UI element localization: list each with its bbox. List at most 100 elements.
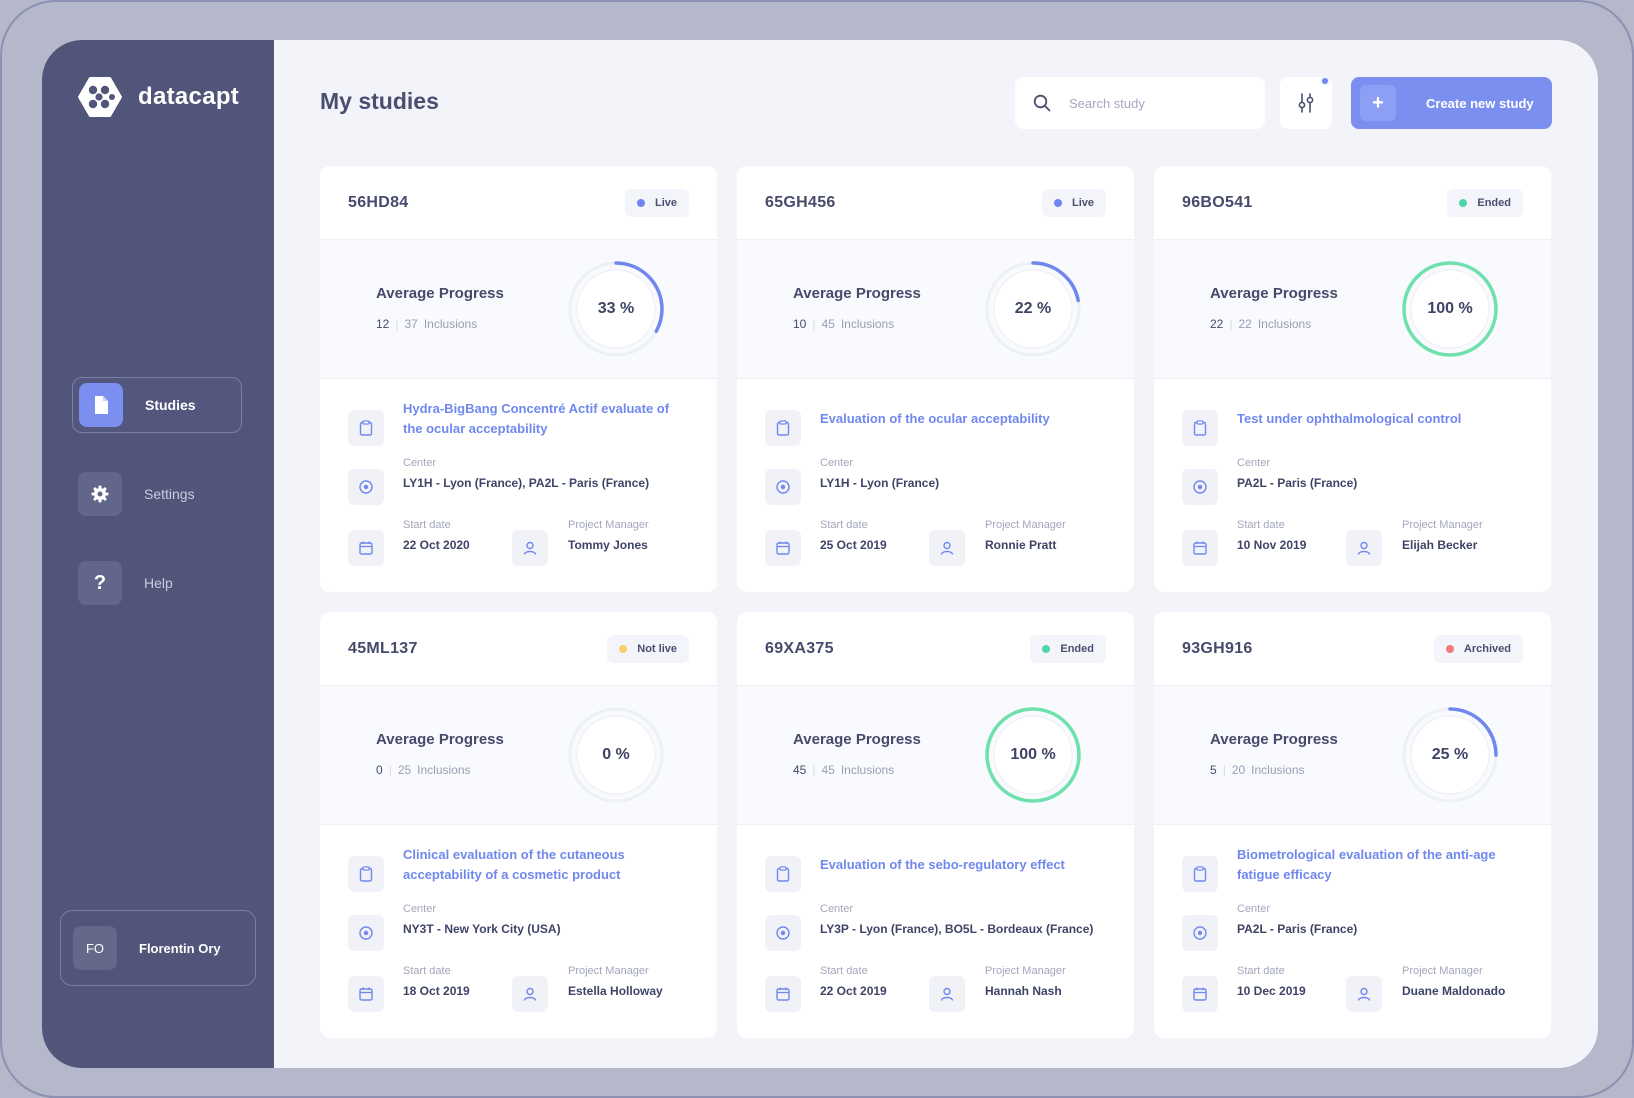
center-label: Center	[403, 903, 437, 915]
start-date-field: Start date 22 Oct 2019	[820, 965, 887, 998]
manager-value[interactable]: Ronnie Pratt	[985, 538, 1066, 552]
sidebar-item-help[interactable]: ? Help	[72, 555, 242, 611]
center-value: LY3P - Lyon (France), BO5L - Bordeaux (F…	[820, 922, 1094, 936]
start-date-label: Start date	[820, 965, 868, 977]
search-box[interactable]	[1015, 77, 1265, 129]
location-icon	[765, 915, 801, 951]
manager-value[interactable]: Hannah Nash	[985, 984, 1066, 998]
center-value: PA2L - Paris (France)	[1237, 476, 1358, 490]
clipboard-icon	[765, 410, 801, 446]
center-value: NY3T - New York City (USA)	[403, 922, 561, 936]
filter-button[interactable]	[1280, 76, 1332, 129]
start-date-label: Start date	[1237, 519, 1285, 531]
center-value: LY1H - Lyon (France)	[820, 476, 940, 490]
center-value: PA2L - Paris (France)	[1237, 922, 1358, 936]
user-card[interactable]: FO Florentin Ory	[60, 910, 256, 986]
manager-label: Project Manager	[985, 965, 1066, 977]
location-icon	[348, 469, 384, 505]
center-field: Center PA2L - Paris (France)	[1237, 903, 1357, 936]
manager-field: Project Manager Ronnie Pratt	[985, 519, 1066, 552]
app-window: datacapt Studies Settings ? Help FO Flor…	[42, 40, 1598, 1068]
sliders-icon	[1298, 93, 1314, 113]
study-title[interactable]: Clinical evaluation of the cutaneous acc…	[403, 845, 689, 885]
document-icon	[79, 383, 123, 427]
main-content: My studies Search study + Create new stu…	[274, 40, 1598, 1068]
study-title[interactable]: Test under ophthalmological control	[1237, 409, 1523, 429]
clipboard-icon	[348, 856, 384, 892]
sidebar-nav: Studies Settings ? Help	[72, 377, 242, 644]
manager-label: Project Manager	[985, 519, 1066, 531]
create-study-label: Create new study	[1426, 95, 1534, 111]
clipboard-icon	[765, 856, 801, 892]
sidebar-item-studies[interactable]: Studies	[72, 377, 242, 433]
start-date-label: Start date	[403, 965, 451, 977]
study-card[interactable]: 65GH456 Live Average Progress 10 | 45 In…	[737, 166, 1134, 592]
manager-field: Project Manager Estella Holloway	[568, 965, 663, 998]
manager-field: Project Manager Duane Maldonado	[1402, 965, 1505, 998]
user-icon	[929, 976, 965, 1012]
manager-value[interactable]: Tommy Jones	[568, 538, 649, 552]
center-field: Center LY3P - Lyon (France), BO5L - Bord…	[820, 903, 1093, 936]
study-title[interactable]: Evaluation of the ocular acceptability	[820, 409, 1106, 429]
manager-field: Project Manager Tommy Jones	[568, 519, 649, 552]
center-field: Center NY3T - New York City (USA)	[403, 903, 561, 936]
center-label: Center	[820, 903, 854, 915]
study-card[interactable]: 56HD84 Live Average Progress 12 | 37 Inc…	[320, 166, 717, 592]
logo[interactable]: datacapt	[78, 76, 239, 118]
start-date-label: Start date	[403, 519, 451, 531]
start-date-field: Start date 25 Oct 2019	[820, 519, 887, 552]
start-date-value: 18 Oct 2019	[403, 984, 470, 998]
question-icon: ?	[78, 561, 122, 605]
start-date-field: Start date 18 Oct 2019	[403, 965, 470, 998]
calendar-icon	[765, 976, 801, 1012]
app-name: datacapt	[138, 83, 240, 110]
start-date-field: Start date 10 Dec 2019	[1237, 965, 1306, 998]
study-details: Evaluation of the sebo-regulatory effect…	[765, 612, 1114, 1038]
calendar-icon	[348, 530, 384, 566]
gear-icon	[78, 472, 122, 516]
start-date-label: Start date	[820, 519, 868, 531]
manager-label: Project Manager	[568, 965, 649, 977]
study-details: Evaluation of the ocular acceptability C…	[765, 166, 1114, 592]
manager-value[interactable]: Duane Maldonado	[1402, 984, 1505, 998]
notification-dot	[1320, 76, 1330, 86]
manager-value[interactable]: Elijah Becker	[1402, 538, 1483, 552]
start-date-value: 10 Nov 2019	[1237, 538, 1307, 552]
study-card[interactable]: 96BO541 Ended Average Progress 22 | 22 I…	[1154, 166, 1551, 592]
study-card[interactable]: 93GH916 Archived Average Progress 5 | 20…	[1154, 612, 1551, 1038]
center-field: Center PA2L - Paris (France)	[1237, 457, 1357, 490]
manager-value[interactable]: Estella Holloway	[568, 984, 663, 998]
clipboard-icon	[1182, 856, 1218, 892]
avatar: FO	[73, 926, 117, 970]
center-label: Center	[1237, 457, 1271, 469]
plus-icon: +	[1360, 85, 1396, 121]
calendar-icon	[1182, 976, 1218, 1012]
device-frame: datacapt Studies Settings ? Help FO Flor…	[0, 0, 1634, 1098]
user-name: Florentin Ory	[139, 940, 221, 956]
user-icon	[512, 530, 548, 566]
start-date-value: 22 Oct 2019	[820, 984, 887, 998]
location-icon	[1182, 915, 1218, 951]
study-details: Biometrological evaluation of the anti-a…	[1182, 612, 1531, 1038]
datacapt-logo-icon	[78, 77, 122, 117]
study-card[interactable]: 69XA375 Ended Average Progress 45 | 45 I…	[737, 612, 1134, 1038]
study-details: Clinical evaluation of the cutaneous acc…	[348, 612, 697, 1038]
start-date-field: Start date 10 Nov 2019	[1237, 519, 1306, 552]
study-title[interactable]: Hydra-BigBang Concentré Actif evaluate o…	[403, 399, 689, 439]
user-icon	[512, 976, 548, 1012]
study-title[interactable]: Biometrological evaluation of the anti-a…	[1237, 845, 1523, 885]
manager-label: Project Manager	[1402, 519, 1483, 531]
calendar-icon	[1182, 530, 1218, 566]
create-study-button[interactable]: + Create new study	[1351, 77, 1552, 129]
manager-label: Project Manager	[568, 519, 649, 531]
sidebar-item-label: Help	[144, 575, 173, 591]
center-label: Center	[403, 457, 437, 469]
clipboard-icon	[1182, 410, 1218, 446]
calendar-icon	[348, 976, 384, 1012]
study-title[interactable]: Evaluation of the sebo-regulatory effect	[820, 855, 1106, 875]
location-icon	[348, 915, 384, 951]
sidebar-item-settings[interactable]: Settings	[72, 466, 242, 522]
location-icon	[1182, 469, 1218, 505]
search-input[interactable]	[1069, 95, 1239, 111]
study-card[interactable]: 45ML137 Not live Average Progress 0 | 25…	[320, 612, 717, 1038]
